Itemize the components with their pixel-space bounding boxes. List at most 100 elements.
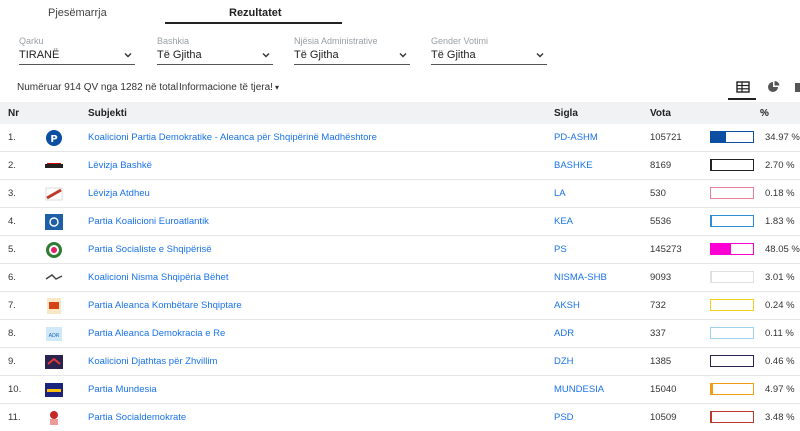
vote-share-bar <box>710 131 754 143</box>
vote-percent: 0.46 % <box>765 356 795 367</box>
chevron-down-icon <box>536 53 544 58</box>
party-name-link[interactable]: Koalicioni Djathtas për Zhvillim <box>88 356 217 367</box>
vote-share-fill <box>711 132 726 142</box>
bashkia-label: Bashkia <box>157 36 190 46</box>
vote-share-fill <box>711 384 714 394</box>
vote-count: 5536 <box>650 216 672 227</box>
chevron-down-icon: ▾ <box>274 83 279 92</box>
svg-text:ADR: ADR <box>49 333 60 339</box>
header-vota[interactable]: Vota <box>650 108 671 119</box>
row-number: 3. <box>8 188 16 199</box>
row-number: 11. <box>8 412 21 423</box>
table-row: 9. Koalicioni Djathtas për Zhvillim DZH 138… <box>0 348 800 376</box>
party-acronym-link[interactable]: LA <box>554 188 566 199</box>
header-percent[interactable]: % <box>760 108 769 119</box>
party-acronym-link[interactable]: DZH <box>554 356 574 367</box>
row-number: 2. <box>8 160 16 171</box>
party-acronym-link[interactable]: PSD <box>554 412 574 423</box>
vote-count: 337 <box>650 328 666 339</box>
aksh-logo-icon <box>47 298 61 314</box>
vote-share-bar <box>710 327 754 339</box>
table-row: 4. Partia Koalicioni Euroatlantik KEA 5536 1… <box>0 208 800 236</box>
vote-share-fill <box>711 272 713 282</box>
party-name-link[interactable]: Partia Aleanca Demokracia e Re <box>88 328 225 339</box>
party-name-link[interactable]: Partia Socialdemokrate <box>88 412 186 423</box>
bashkia-filter[interactable]: Bashkia Të Gjitha <box>157 36 273 65</box>
vote-percent: 34.97 % <box>765 132 800 143</box>
njesia-label: Njësia Administrative <box>294 36 378 46</box>
vote-count: 732 <box>650 300 666 311</box>
qarku-filter[interactable]: Qarku TIRANË <box>19 36 135 65</box>
party-acronym-link[interactable]: ADR <box>554 328 574 339</box>
vote-percent: 4.97 % <box>765 384 795 395</box>
pie-chart-view-icon[interactable] <box>766 80 782 94</box>
chevron-down-icon <box>262 53 270 58</box>
bashke-logo-icon <box>45 163 63 168</box>
gender-label: Gender Votimi <box>431 36 489 46</box>
psd-logo-icon <box>50 411 58 425</box>
njesia-select[interactable]: Të Gjitha <box>294 47 410 65</box>
table-row: 3. Lëvizja Atdheu LA 530 0.18 % <box>0 180 800 208</box>
vote-share-bar <box>710 411 754 423</box>
vote-share-bar <box>710 271 754 283</box>
party-name-link[interactable]: Koalicioni Partia Demokratike - Aleanca … <box>88 132 377 143</box>
party-acronym-link[interactable]: BASHKE <box>554 160 593 171</box>
party-acronym-link[interactable]: KEA <box>554 216 573 227</box>
vote-share-bar <box>710 355 754 367</box>
table-row: 2. Lëvizja Bashkë BASHKE 8169 2.70 % <box>0 152 800 180</box>
row-number: 8. <box>8 328 16 339</box>
mundesia-logo-icon <box>45 383 63 397</box>
vote-share-fill <box>711 244 732 254</box>
tab-pjesemarrja[interactable]: Pjesëmarrja <box>48 7 107 19</box>
vote-count: 8169 <box>650 160 672 171</box>
header-nr[interactable]: Nr <box>8 108 19 119</box>
tab-rezultatet[interactable]: Rezultatet <box>229 7 282 19</box>
header-sigla[interactable]: Sigla <box>554 108 578 119</box>
party-name-link[interactable]: Koalicioni Nisma Shqipëria Bëhet <box>88 272 228 283</box>
vote-percent: 3.01 % <box>765 272 795 283</box>
chevron-down-icon <box>399 53 407 58</box>
vote-count: 15040 <box>650 384 677 395</box>
bar-chart-view-icon[interactable] <box>794 80 800 94</box>
vote-share-bar <box>710 243 754 255</box>
party-acronym-link[interactable]: MUNDESIA <box>554 384 604 395</box>
vote-share-fill <box>711 412 713 422</box>
party-acronym-link[interactable]: PD-ASHM <box>554 132 598 143</box>
vote-count: 105721 <box>650 132 682 143</box>
vote-percent: 48.05 % <box>765 244 800 255</box>
header-subjekti[interactable]: Subjekti <box>88 108 127 119</box>
kea-logo-icon <box>45 214 63 230</box>
counted-status: Numëruar 914 QV nga 1282 në total <box>17 82 179 93</box>
adr-logo-icon: ADR <box>46 327 62 341</box>
party-name-link[interactable]: Partia Aleanca Kombëtare Shqiptare <box>88 300 242 311</box>
qarku-select[interactable]: TIRANË <box>19 47 135 65</box>
vote-count: 1385 <box>650 356 672 367</box>
njesia-filter[interactable]: Njësia Administrative Të Gjitha <box>294 36 410 65</box>
gender-value: Të Gjitha <box>431 49 476 61</box>
row-number: 10. <box>8 384 22 395</box>
party-name-link[interactable]: Lëvizja Bashkë <box>88 160 152 171</box>
party-name-link[interactable]: Partia Socialiste e Shqipërisë <box>88 244 212 255</box>
party-acronym-link[interactable]: AKSH <box>554 300 580 311</box>
qarku-value: TIRANË <box>19 49 60 61</box>
more-info-dropdown[interactable]: Informacione të tjera! ▾ <box>179 82 279 93</box>
vote-share-fill <box>711 160 713 170</box>
party-acronym-link[interactable]: NISMA-SHB <box>554 272 607 283</box>
table-row: 5. Partia Socialiste e Shqipërisë PS 145273… <box>0 236 800 264</box>
table-view-icon[interactable] <box>735 80 751 94</box>
bashkia-select[interactable]: Të Gjitha <box>157 47 273 65</box>
gender-select[interactable]: Të Gjitha <box>431 47 547 65</box>
row-number: 4. <box>8 216 16 227</box>
info-bar: Numëruar 914 QV nga 1282 në total Inform… <box>0 80 800 96</box>
nisma-logo-icon <box>45 274 63 280</box>
party-name-link[interactable]: Lëvizja Atdheu <box>88 188 150 199</box>
table-row: 8. ADR Partia Aleanca Demokracia e Re ADR 33… <box>0 320 800 348</box>
party-acronym-link[interactable]: PS <box>554 244 567 255</box>
gender-filter[interactable]: Gender Votimi Të Gjitha <box>431 36 547 65</box>
table-row: 11. Partia Socialdemokrate PSD 10509 3.48 % <box>0 404 800 431</box>
top-tabs: Pjesëmarrja Rezultatet <box>0 0 800 26</box>
party-name-link[interactable]: Partia Koalicioni Euroatlantik <box>88 216 209 227</box>
chevron-down-icon <box>124 53 132 58</box>
vote-share-bar <box>710 215 754 227</box>
party-name-link[interactable]: Partia Mundesia <box>88 384 157 395</box>
